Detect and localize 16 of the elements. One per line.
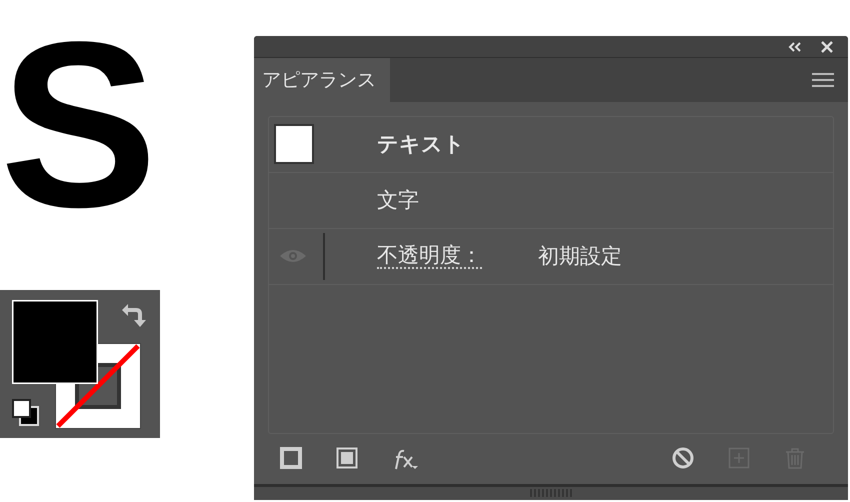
fill-swatch[interactable]	[12, 300, 98, 384]
appearance-swatch	[274, 124, 314, 164]
default-colors-icon[interactable]	[11, 398, 41, 428]
new-stroke-icon[interactable]	[280, 446, 302, 471]
clear-icon[interactable]	[672, 446, 694, 471]
close-icon[interactable]	[820, 40, 834, 54]
new-fill-icon[interactable]	[336, 446, 358, 471]
resize-grip-icon[interactable]	[529, 488, 573, 498]
item-label[interactable]: 文字	[377, 186, 419, 214]
opacity-link[interactable]: 不透明度：	[377, 243, 482, 270]
panel-tab[interactable]: アピアランス	[254, 58, 390, 102]
opacity-value: 初期設定	[538, 243, 622, 270]
object-label: テキスト	[377, 131, 465, 158]
collapse-icon[interactable]	[788, 40, 802, 53]
menu-icon[interactable]	[812, 72, 834, 88]
sample-letter: S	[0, 0, 158, 250]
